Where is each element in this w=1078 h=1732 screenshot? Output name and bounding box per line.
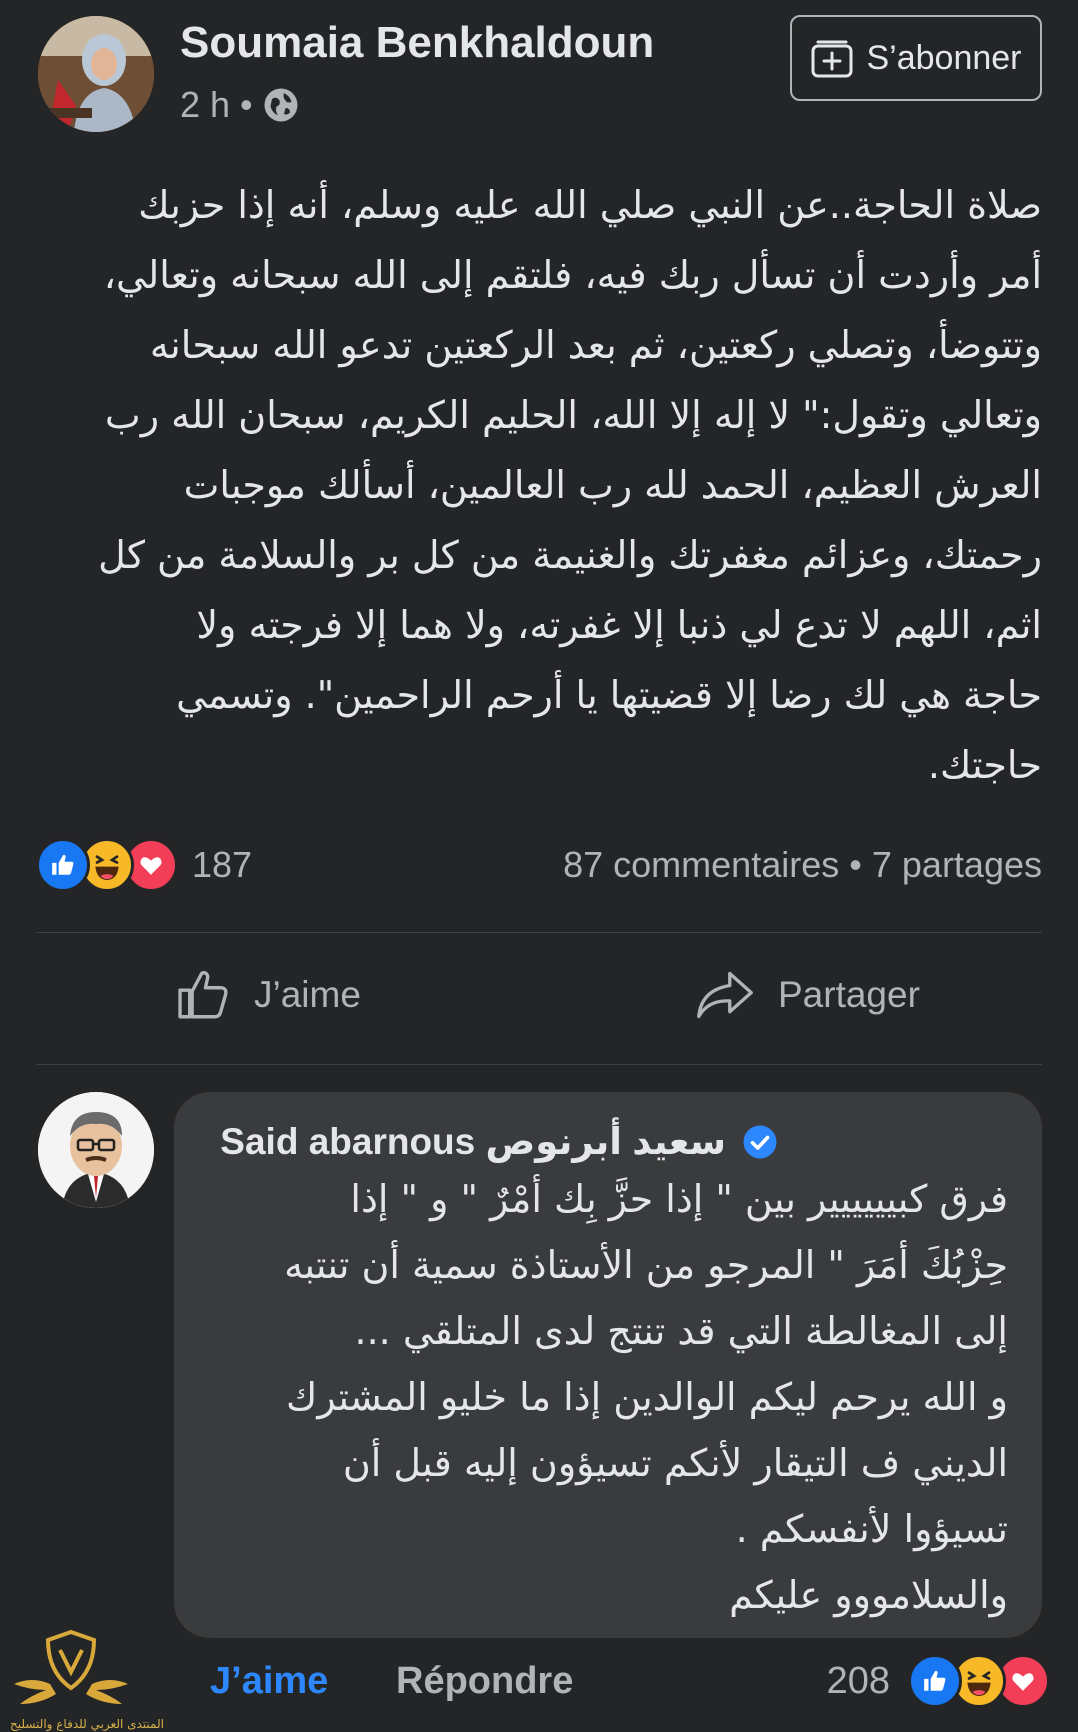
- meta-separator: •: [240, 84, 253, 125]
- commenter-name[interactable]: Said abarnous سعيد أبرنوص: [220, 1120, 726, 1163]
- globe-icon: [264, 88, 298, 122]
- post-text-line: وتعالي وتقول:" لا إله إلا الله، الحليم ا…: [104, 393, 1042, 437]
- shares-count[interactable]: 7 partages: [872, 844, 1042, 885]
- watermark-logo: المنتدى العربي للدفاع والتسليح: [10, 1628, 164, 1731]
- post-text-line: صلاة الحاجة..عن النبي صلي الله عليه وسلم…: [138, 183, 1042, 227]
- comment-text-line: إلى المغالطة التي قد تنتج لدى المتلقي ..…: [354, 1309, 1008, 1353]
- post-time[interactable]: 2 h: [180, 84, 230, 126]
- commenter-name-row: Said abarnous سعيد أبرنوص: [220, 1120, 778, 1163]
- comment-text-line: و الله يرحم ليكم الوالدين إذا ما خليو ال…: [286, 1375, 1008, 1419]
- post-text-line: أمر وأردت أن تسأل ربك فيه، فلتقم إلى الل…: [103, 253, 1042, 297]
- post-text-line: وتتوضأ، وتصلي ركعتين، ثم بعد الركعتين تد…: [149, 323, 1042, 367]
- share-arrow-icon: [697, 971, 753, 1019]
- comment-reaction-count: 208: [826, 1659, 890, 1702]
- comment-reply-button[interactable]: Répondre: [396, 1660, 573, 1703]
- like-label: J’aime: [254, 974, 361, 1015]
- author-name[interactable]: Soumaia Benkhaldoun: [180, 18, 654, 68]
- thumbs-up-icon: [178, 971, 228, 1019]
- comment-reactions[interactable]: 208: [827, 1654, 1050, 1708]
- divider: [36, 1064, 1042, 1065]
- comment-text-line: الديني ف التيقار لأنكم تسيؤون إليه قبل أ…: [342, 1441, 1008, 1485]
- comment-text-line: تسيؤوا لأنفسكم .: [735, 1507, 1008, 1551]
- like-reaction-icon: [908, 1654, 962, 1708]
- commenter-avatar[interactable]: [38, 1092, 154, 1208]
- comment-text-line: والسلامووو عليكم: [729, 1573, 1008, 1617]
- verified-badge-icon: [743, 1125, 777, 1158]
- like-reaction-icon: [36, 838, 90, 892]
- post-text: صلاة الحاجة..عن النبي صلي الله عليه وسلم…: [44, 170, 1042, 800]
- divider: [36, 932, 1042, 933]
- share-button[interactable]: Partager: [694, 966, 920, 1024]
- stats-separator: •: [849, 844, 862, 885]
- post-text-line: حاجة هي لك رضا إلا قضيتها يا أرحم الراحم…: [176, 673, 1042, 717]
- post-text-line: حاجتك.: [927, 743, 1042, 787]
- post-reactions[interactable]: 187: [36, 838, 252, 892]
- comment-text-line: حِزْبُكَ أمَرَ " المرجو من الأستاذة سمية…: [284, 1243, 1008, 1287]
- comments-count[interactable]: 87 commentaires: [563, 844, 839, 885]
- post-text-line: اثم، اللهم لا تدع لي ذنبا إلا غفرته، ولا…: [196, 603, 1042, 647]
- comment-text-line: فرق كبيييييير بين " إذا حزَّ بِك أمْرٌ "…: [350, 1177, 1008, 1221]
- post-text-line: العرش العظيم، الحمد لله رب العالمين، أسأ…: [183, 463, 1042, 507]
- like-button[interactable]: J’aime: [174, 966, 361, 1024]
- follow-label: S’abonner: [866, 38, 1022, 77]
- share-label: Partager: [778, 974, 920, 1015]
- post-stats: 87 commentaires • 7 partages: [563, 844, 1042, 886]
- eagle-shield-icon: [14, 1629, 128, 1704]
- author-avatar[interactable]: [38, 16, 154, 132]
- comment-text: فرق كبيييييير بين " إذا حزَّ بِك أمْرٌ "…: [200, 1166, 1008, 1628]
- watermark-text: المنتدى العربي للدفاع والتسليح: [10, 1717, 164, 1731]
- comment-like-button[interactable]: J’aime: [210, 1660, 328, 1703]
- reaction-count[interactable]: 187: [192, 844, 252, 886]
- post-meta: 2 h •: [180, 84, 299, 126]
- post-text-line: رحمتك، وعزائم مغفرتك والغنيمة من كل بر و…: [98, 533, 1042, 577]
- follow-button[interactable]: S’abonner: [790, 15, 1042, 101]
- follow-icon: [811, 40, 853, 78]
